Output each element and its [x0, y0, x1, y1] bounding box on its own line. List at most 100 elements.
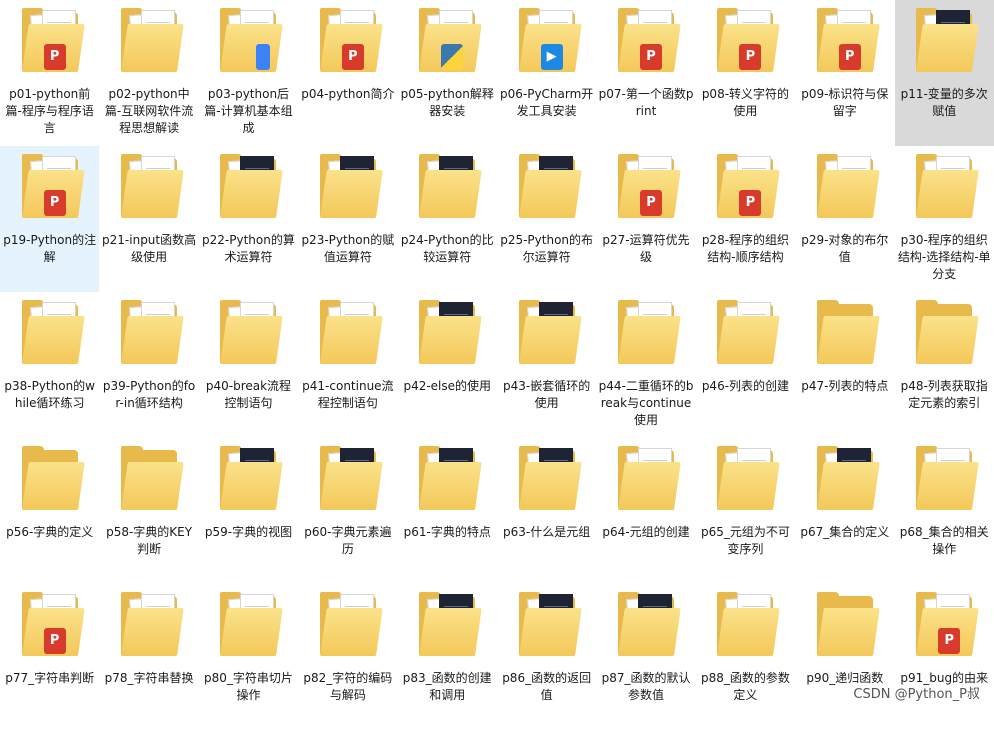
folder-label: p59-字典的视图 [204, 525, 293, 539]
folder-item[interactable]: p58-字典的KEY判断 [99, 438, 198, 584]
folder-icon: P [18, 588, 85, 666]
folder-label: p67_集合的定义 [800, 525, 890, 539]
folder-label: p25-Python的布尔运算符 [500, 233, 594, 264]
folder-item[interactable]: p11-变量的多次赋值 [894, 0, 994, 146]
folder-item[interactable]: p59-字典的视图 [199, 438, 298, 584]
folder-item[interactable]: p03-python后篇-计算机基本组成 [199, 0, 298, 146]
folder-icon [216, 150, 284, 228]
folder-icon [614, 588, 681, 666]
folder-icon [713, 588, 781, 666]
folder-item[interactable]: p21-input函数高级使用 [99, 146, 198, 292]
folder-icon [216, 4, 284, 82]
folder-item[interactable]: p41-continue流程控制语句 [298, 292, 397, 438]
folder-item[interactable]: Pp09-标识符与保留字 [795, 0, 894, 146]
folder-item[interactable]: p90_递归函数 [795, 584, 894, 730]
folder-label: p60-字典元素遍历 [304, 525, 392, 556]
folder-icon [415, 588, 482, 666]
folder-item[interactable]: Pp08-转义字符的使用 [696, 0, 795, 146]
folder-item[interactable]: p43-嵌套循环的使用 [497, 292, 596, 438]
folder-label: p83_函数的创建和调用 [402, 671, 492, 702]
folder-label: p39-Python的for-in循环结构 [102, 379, 196, 410]
folder-item[interactable]: p87_函数的默认参数值 [596, 584, 695, 730]
folder-item[interactable]: ▶ p06-PyCharm开发工具安装 [497, 0, 596, 146]
folder-label: p11-变量的多次赋值 [900, 87, 988, 118]
folder-label: p04-python简介 [301, 87, 395, 101]
folder-grid: Pp01-python前篇-程序与程序语言 p02-python中篇-互联网软件流… [0, 0, 994, 730]
folder-item[interactable]: p40-break流程控制语句 [199, 292, 298, 438]
folder-item[interactable]: p23-Python的赋值运算符 [298, 146, 397, 292]
folder-icon [117, 588, 184, 666]
folder-item[interactable]: Pp91_bug的由来 [895, 584, 994, 730]
folder-item[interactable]: p83_函数的创建和调用 [398, 584, 497, 730]
folder-item[interactable]: p48-列表获取指定元素的索引 [895, 292, 994, 438]
folder-icon [415, 442, 482, 520]
folder-item[interactable]: Pp19-Python的注解 [0, 146, 100, 292]
folder-icon [415, 4, 482, 82]
folder-label: p28-程序的组织结构-顺序结构 [701, 233, 790, 264]
powerpoint-icon: P [739, 190, 762, 216]
folder-item[interactable]: p82_字符的编码与解码 [298, 584, 397, 730]
folder-item[interactable]: p64-元组的创建 [596, 438, 695, 584]
powerpoint-icon: P [43, 190, 66, 216]
folder-label: p40-break流程控制语句 [205, 379, 292, 410]
folder-item[interactable]: p38-Python的while循环练习 [0, 292, 99, 438]
folder-item[interactable]: p80_字符串切片操作 [199, 584, 298, 730]
folder-item[interactable]: p63-什么是元组 [497, 438, 596, 584]
folder-item[interactable]: Pp01-python前篇-程序与程序语言 [0, 0, 99, 146]
folder-item[interactable]: p25-Python的布尔运算符 [497, 146, 596, 292]
folder-icon: P [713, 4, 781, 82]
folder-label: p63-什么是元组 [503, 525, 591, 539]
folder-icon [912, 4, 979, 82]
folder-item[interactable]: p65_元组为不可变序列 [696, 438, 795, 584]
folder-item[interactable]: p05-python解释器安装 [398, 0, 497, 146]
folder-icon [614, 442, 681, 520]
folder-item[interactable]: Pp27-运算符优先级 [596, 146, 695, 292]
folder-item[interactable]: p68_集合的相关操作 [895, 438, 994, 584]
folder-label: p68_集合的相关操作 [899, 525, 989, 556]
folder-icon [415, 150, 482, 228]
folder-item[interactable]: Pp04-python简介 [298, 0, 397, 146]
folder-icon [912, 296, 979, 374]
folder-item[interactable]: p61-字典的特点 [398, 438, 497, 584]
folder-item[interactable]: p88_函数的参数定义 [696, 584, 795, 730]
folder-item[interactable]: p78_字符串替换 [99, 584, 198, 730]
folder-item[interactable]: p56-字典的定义 [0, 438, 99, 584]
folder-item[interactable]: p67_集合的定义 [795, 438, 894, 584]
folder-icon [117, 296, 184, 374]
folder-item[interactable]: p47-列表的特点 [795, 292, 894, 438]
folder-icon [316, 150, 383, 228]
folder-icon: P [18, 150, 85, 228]
folder-item[interactable]: p02-python中篇-互联网软件流程思想解读 [99, 0, 198, 146]
pycharm-icon: ▶ [540, 44, 563, 70]
folder-item[interactable]: p44-二重循环的break与continue使用 [596, 292, 695, 438]
folder-label: p09-标识符与保留字 [801, 87, 889, 118]
folder-label: p88_函数的参数定义 [700, 671, 790, 702]
powerpoint-icon: P [838, 44, 861, 70]
folder-label: p58-字典的KEY判断 [106, 525, 193, 556]
folder-item[interactable]: p46-列表的创建 [696, 292, 795, 438]
folder-icon [515, 442, 582, 520]
folder-item[interactable]: Pp07-第一个函数print [596, 0, 695, 146]
folder-item[interactable]: p60-字典元素遍历 [298, 438, 397, 584]
folder-label: p19-Python的注解 [3, 233, 97, 264]
folder-item[interactable]: p39-Python的for-in循环结构 [99, 292, 198, 438]
folder-label: p64-元组的创建 [602, 525, 690, 539]
folder-item[interactable]: p24-Python的比较运算符 [398, 146, 497, 292]
folder-label: p02-python中篇-互联网软件流程思想解读 [104, 87, 194, 135]
folder-label: p61-字典的特点 [403, 525, 491, 539]
folder-label: p77_字符串判断 [5, 671, 95, 685]
document-icon [256, 44, 271, 70]
folder-item[interactable]: p22-Python的算术运算符 [199, 146, 298, 292]
folder-item[interactable]: Pp77_字符串判断 [0, 584, 99, 730]
folder-icon: P [912, 588, 979, 666]
powerpoint-icon: P [640, 44, 663, 70]
folder-icon [813, 150, 880, 228]
folder-item[interactable]: p30-程序的组织结构-选择结构-单分支 [895, 146, 994, 292]
folder-item[interactable]: p29-对象的布尔值 [795, 146, 894, 292]
folder-icon [18, 296, 85, 374]
folder-item[interactable]: p86_函数的返回值 [497, 584, 596, 730]
folder-item[interactable]: p42-else的使用 [398, 292, 497, 438]
folder-icon: P [18, 4, 85, 82]
folder-label: p05-python解释器安装 [400, 87, 494, 118]
folder-item[interactable]: Pp28-程序的组织结构-顺序结构 [696, 146, 795, 292]
